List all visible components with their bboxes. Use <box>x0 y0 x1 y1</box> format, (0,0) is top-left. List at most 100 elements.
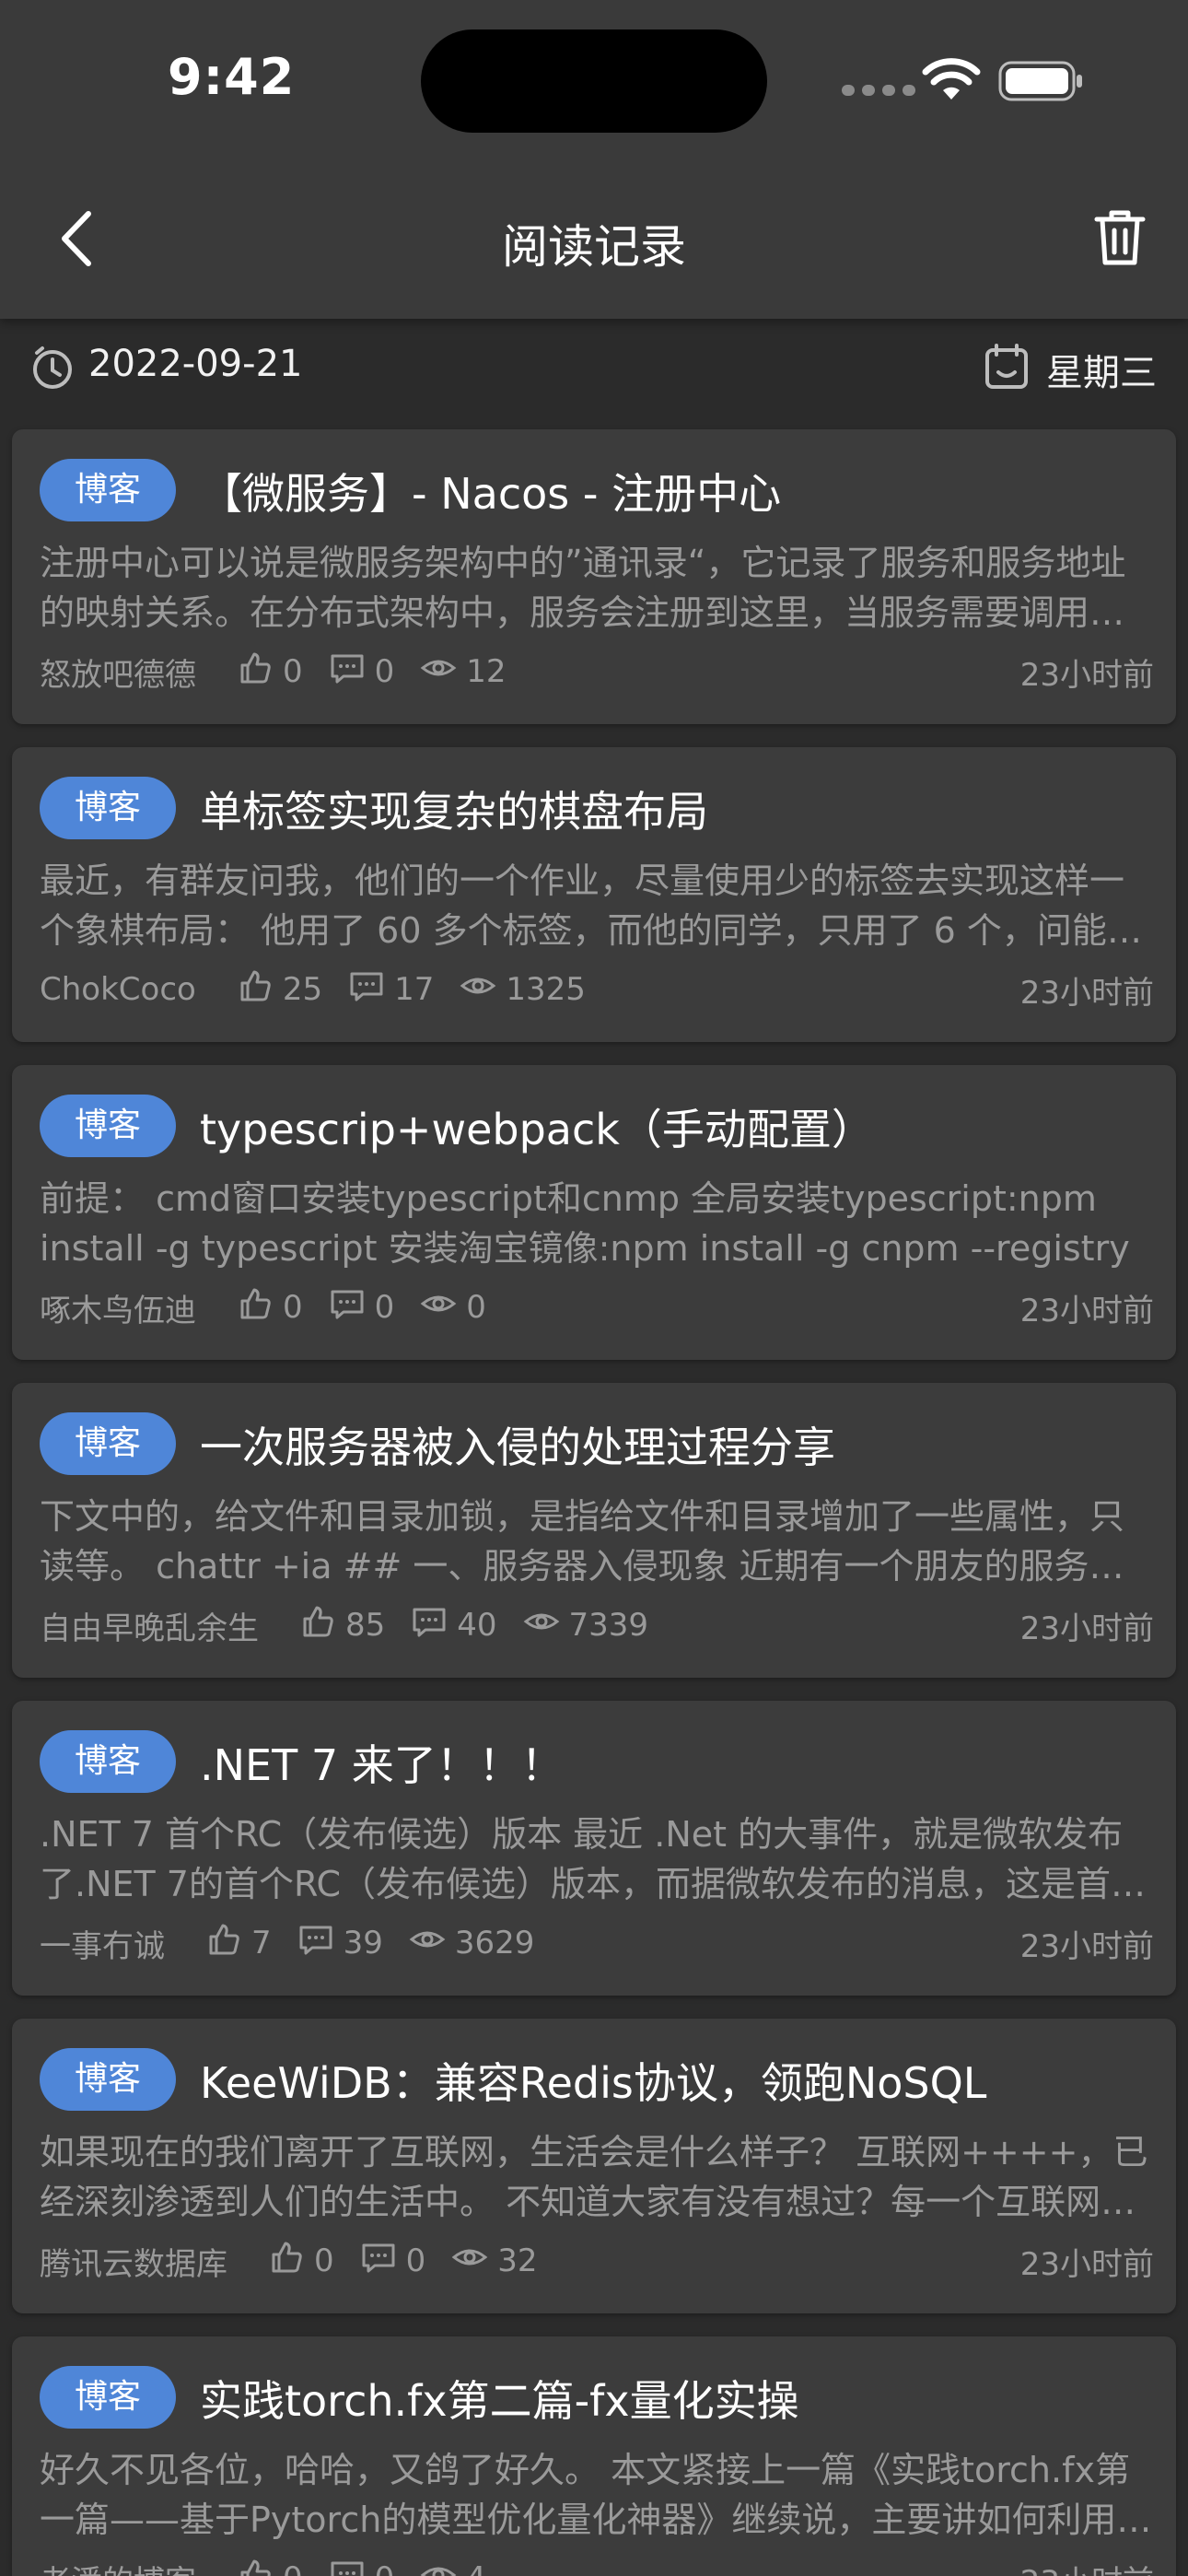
view-count: 32 <box>497 2242 538 2279</box>
record-meta: 自由早晚乱余生 85 40 7339 23小时前 <box>40 1602 1154 1648</box>
comment-icon <box>297 1921 344 1966</box>
record-summary: 注册中心可以说是微服务架构中的”通讯录“，它记录了服务和服务地址的映射关系。在分… <box>40 543 1126 633</box>
record-card[interactable]: 博客 实践torch.fx第二篇-fx量化实操 好久不见各位，哈哈，又鸽了好久。 本… <box>12 2336 1176 2576</box>
record-card[interactable]: 博客 单标签实现复杂的棋盘布局 最近，有群友问我，他们的一个作业，尽量使用少的标签去… <box>12 747 1176 1042</box>
record-summary: 好久不见各位，哈哈，又鸽了好久。 本文紧接上一篇《实践torch.fx第一篇——… <box>40 2450 1130 2540</box>
status-time: 9:42 <box>168 48 296 106</box>
view-count: 3629 <box>454 1925 535 1961</box>
view-stat: 12 <box>420 650 507 695</box>
view-count: 4 <box>466 2560 486 2576</box>
view-stat: 4 <box>420 2557 486 2576</box>
read-time: 23小时前 <box>1019 974 1154 1012</box>
comment-count: 17 <box>394 971 435 1008</box>
record-summary: 如果现在的我们离开了互联网，生活会是什么样子？ 互联网++++，已经深刻渗透到人… <box>40 2132 1148 2222</box>
record-title: 一次服务器被入侵的处理过程分享 <box>200 1423 835 1472</box>
record-title: 实践torch.fx第二篇-fx量化实操 <box>200 2376 799 2426</box>
author-name: 老潘的博客 <box>40 2557 196 2576</box>
battery-icon <box>998 61 1082 101</box>
author-name: 自由早晚乱余生 <box>40 1610 259 1647</box>
reading-history-screen: 9:42 阅读记录 2022-09-21 星期三 博客 【微服务】- Nacos… <box>0 0 1188 2576</box>
eye-icon <box>460 967 506 1013</box>
comment-icon <box>329 650 375 695</box>
eye-icon <box>420 1285 466 1330</box>
author-name: 啄木鸟伍迪 <box>40 1292 196 1329</box>
read-time: 23小时前 <box>1019 2245 1154 2283</box>
thumbs-up-icon <box>299 1603 345 1648</box>
eye-icon <box>420 650 466 695</box>
like-stat: 7 <box>205 1921 272 1966</box>
comment-stat: 40 <box>411 1603 497 1648</box>
category-badge: 博客 <box>40 459 176 521</box>
comment-count: 40 <box>457 1607 497 1644</box>
author-name: 怒放吧德德 <box>40 656 196 694</box>
thumbs-up-icon <box>237 2557 283 2576</box>
wifi-icon <box>922 58 981 100</box>
comment-stat: 17 <box>348 967 434 1013</box>
record-card[interactable]: 博客 KeeWiDB：兼容Redis协议，领跑NoSQL 如果现在的我们离开了互联网… <box>12 2019 1176 2313</box>
read-time: 23小时前 <box>1020 2557 1154 2576</box>
calendar-icon <box>985 344 1028 389</box>
like-count: 25 <box>282 971 323 1008</box>
category-badge: 博客 <box>40 777 176 839</box>
read-time: 23小时前 <box>1019 656 1154 694</box>
weekday-label: 星期三 <box>1046 352 1157 394</box>
view-count: 1325 <box>506 971 586 1008</box>
like-count: 0 <box>283 2560 303 2576</box>
thumbs-up-icon <box>237 1285 283 1330</box>
category-badge: 博客 <box>40 2048 176 2111</box>
eye-icon <box>409 1921 455 1966</box>
view-count: 12 <box>466 653 507 690</box>
comment-icon <box>348 967 394 1013</box>
trash-icon[interactable] <box>1094 208 1146 267</box>
cellular-signal-icon <box>842 85 915 96</box>
record-summary: .NET 7 首个RC（发布候选）版本 最近 .Net 的大事件，就是微软发布了… <box>40 1814 1147 1904</box>
record-meta: 啄木鸟伍迪 0 0 0 23小时前 <box>40 1284 1154 1330</box>
comment-count: 0 <box>405 2242 426 2279</box>
category-badge: 博客 <box>40 1095 176 1157</box>
like-stat: 85 <box>299 1603 385 1648</box>
comment-stat: 0 <box>329 650 395 695</box>
like-count: 0 <box>314 2242 334 2279</box>
thumbs-up-icon <box>268 2239 314 2284</box>
comment-stat: 39 <box>297 1921 383 1966</box>
like-stat: 25 <box>237 967 322 1013</box>
record-card[interactable]: 博客 .NET 7 来了！！！ .NET 7 首个RC（发布候选）版本 最近 .Ne… <box>12 1701 1176 1996</box>
comment-count: 39 <box>343 1925 383 1961</box>
like-stat: 0 <box>237 2557 303 2576</box>
record-card[interactable]: 博客 【微服务】- Nacos - 注册中心注册中心可以说是微服务架构中的”通讯录… <box>12 429 1176 724</box>
category-badge: 博客 <box>40 1730 176 1793</box>
like-count: 7 <box>251 1925 272 1961</box>
record-summary: 最近，有群友问我，他们的一个作业，尽量使用少的标签去实现这样一个象棋布局： 他用… <box>40 861 1142 951</box>
date-label: 2022-09-21 <box>88 343 303 385</box>
clock-icon <box>33 346 72 389</box>
comment-stat: 0 <box>329 2557 394 2576</box>
thumbs-up-icon <box>237 967 283 1013</box>
comment-icon <box>360 2239 406 2284</box>
record-meta: ChokCoco 25 17 1325 23小时前 <box>40 966 1154 1013</box>
record-title: typescrip+webpack（手动配置） <box>200 1105 874 1154</box>
record-meta: 老潘的博客 0 0 4 23小时前 <box>40 2556 1154 2576</box>
like-count: 0 <box>283 653 303 690</box>
view-stat: 1325 <box>460 967 586 1013</box>
record-title: 【微服务】- Nacos - 注册中心 <box>200 469 782 519</box>
record-summary: 前提： cmd窗口安装typescript和cnmp 全局安装typescrip… <box>40 1178 1130 1269</box>
comment-icon <box>329 1285 375 1330</box>
record-title: .NET 7 来了！！！ <box>200 1740 564 1790</box>
record-title: KeeWiDB：兼容Redis协议，领跑NoSQL <box>200 2058 987 2108</box>
record-meta: 一事冇诚 7 39 3629 23小时前 <box>40 1920 1154 1966</box>
eye-icon <box>420 2557 466 2576</box>
comment-count: 0 <box>374 1289 395 1326</box>
comment-icon <box>411 1603 457 1648</box>
record-card[interactable]: 博客 一次服务器被入侵的处理过程分享 下文中的，给文件和目录加锁，是指给文件和目录增… <box>12 1383 1176 1678</box>
author-name: 腾讯云数据库 <box>40 2245 227 2283</box>
dynamic-island <box>421 29 767 133</box>
like-count: 85 <box>345 1607 386 1644</box>
thumbs-up-icon <box>205 1921 251 1966</box>
comment-stat: 0 <box>360 2239 426 2284</box>
view-stat: 3629 <box>409 1921 535 1966</box>
record-card[interactable]: 博客 typescrip+webpack（手动配置） 前提： cmd窗口安装type… <box>12 1065 1176 1360</box>
eye-icon <box>451 2239 497 2284</box>
view-count: 7339 <box>568 1607 649 1644</box>
comment-count: 0 <box>374 653 395 690</box>
author-name: ChokCoco <box>40 971 196 1008</box>
